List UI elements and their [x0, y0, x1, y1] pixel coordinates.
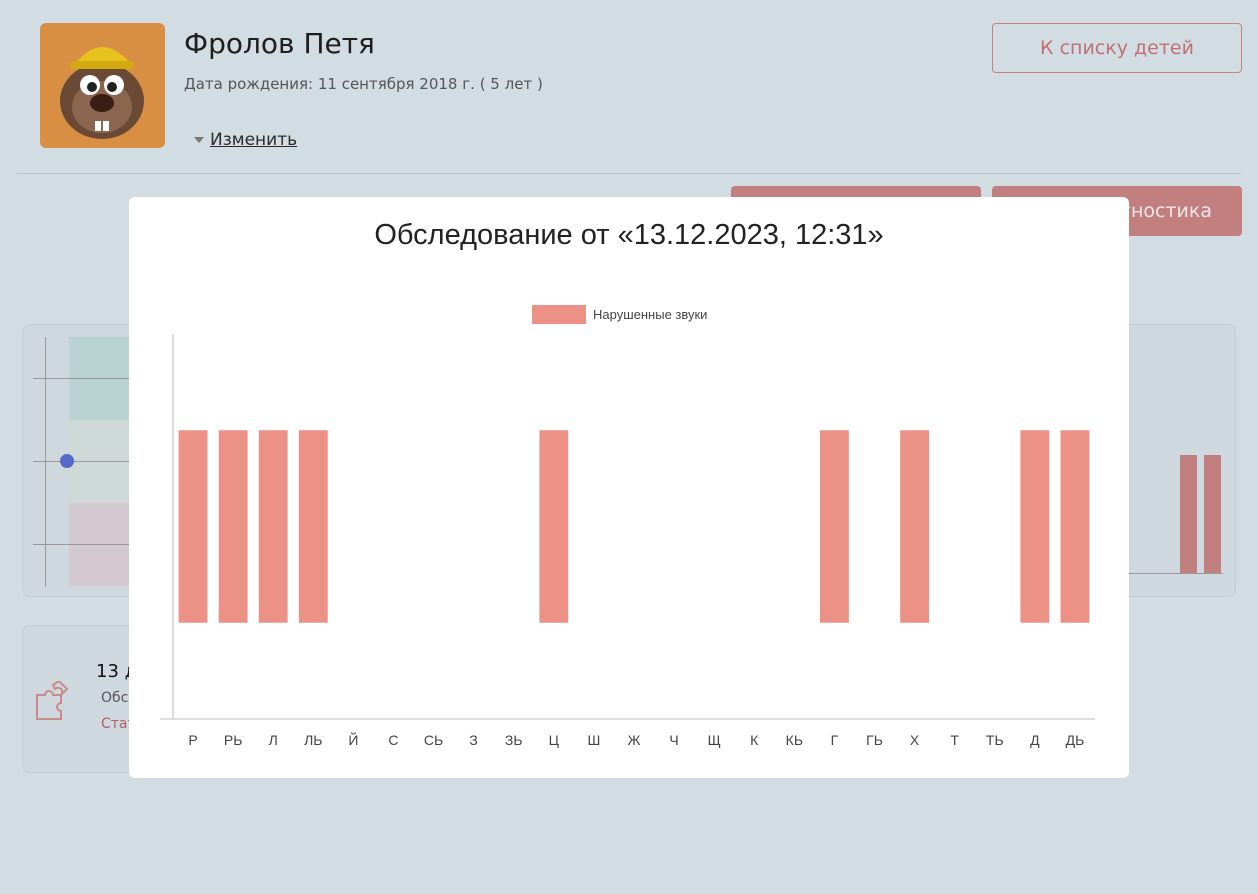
back-to-children-button[interactable]: К списку детей [992, 23, 1242, 73]
x-tick-label: Р [188, 732, 197, 748]
x-tick-label: Ш [587, 732, 600, 748]
chart-bar[interactable] [298, 430, 328, 623]
child-avatar [40, 23, 165, 148]
chart-bar[interactable] [258, 430, 288, 623]
x-tick-label: КЬ [786, 732, 803, 748]
exam-chart-modal: Обследование от «13.12.2023, 12:31» Нару… [129, 197, 1129, 778]
beaver-mascot-icon [60, 47, 144, 139]
chart-bar[interactable] [820, 430, 849, 623]
edit-toggle[interactable]: Изменить [194, 130, 297, 150]
caret-down-icon [194, 137, 204, 143]
x-tick-label: С [388, 732, 398, 748]
birth-info: Дата рождения: 11 сентября 2018 г. ( 5 л… [184, 75, 543, 93]
x-tick-label: Щ [708, 732, 721, 748]
x-tick-label: ЗЬ [505, 732, 523, 748]
x-tick-label: Ц [549, 732, 560, 748]
x-tick-label: ГЬ [866, 732, 883, 748]
chart-bar[interactable] [1020, 430, 1050, 623]
history-date: 13 декабря [96, 661, 129, 682]
birth-date: 11 сентября 2018 г. [317, 75, 475, 93]
x-tick-label: ТЬ [986, 732, 1004, 748]
x-tick-label: Г [831, 732, 839, 748]
history-subtitle: Обследование [101, 690, 129, 706]
puzzle-icon [36, 681, 69, 720]
child-name: Фролов Петя [184, 27, 375, 60]
x-tick-label: Ж [628, 732, 641, 748]
chart-bar[interactable] [1060, 430, 1090, 623]
chart-bar[interactable] [900, 430, 930, 623]
header-divider [17, 173, 1241, 174]
mini-chart-bar [1204, 455, 1221, 573]
x-tick-label: Т [950, 732, 959, 748]
x-tick-label: ДЬ [1066, 732, 1085, 748]
x-tick-label: Х [910, 732, 920, 748]
impaired-sounds-chart: Р РЬ Л ЛЬ Й С СЬ З ЗЬ Ц Ш Ж Ч Щ К КЬ Г ГЬ Х Т ТЬ Д ДЬ [160, 334, 1095, 748]
x-tick-label: РЬ [224, 732, 243, 748]
progress-grid-line [33, 544, 133, 545]
history-status: Статус [101, 716, 129, 732]
x-tick-label: Л [269, 732, 278, 748]
child-age: ( 5 лет ) [479, 75, 543, 93]
x-tick-label: Д [1030, 732, 1040, 748]
progress-y-axis [45, 337, 46, 587]
progress-grid-line [33, 461, 133, 462]
mini-chart-bar [1180, 455, 1197, 573]
x-tick-label: Ч [669, 732, 678, 748]
x-tick-label: Й [348, 731, 358, 748]
chart-bar[interactable] [178, 430, 208, 623]
mini-chart-axis [1123, 573, 1223, 574]
chart-bar[interactable] [218, 430, 248, 623]
x-tick-label: З [469, 732, 477, 748]
progress-point[interactable] [60, 454, 74, 468]
birth-label: Дата рождения: [184, 75, 314, 93]
x-tick-label: К [750, 732, 759, 748]
progress-grid-line [33, 378, 133, 379]
edit-link[interactable]: Изменить [210, 130, 297, 150]
x-tick-label: ЛЬ [304, 732, 322, 748]
chart-bar[interactable] [539, 430, 569, 623]
x-tick-label: СЬ [424, 732, 443, 748]
